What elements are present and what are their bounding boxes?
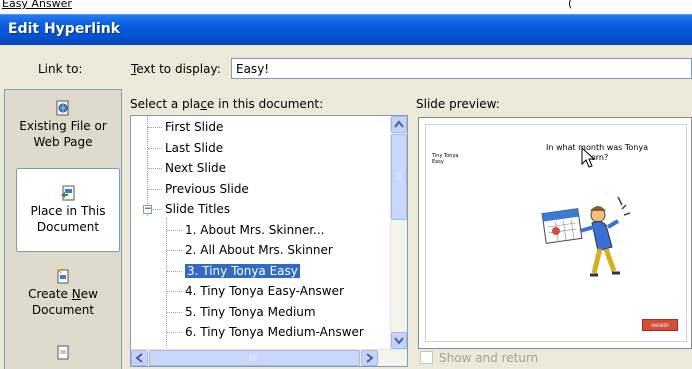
tree-guide [167, 291, 182, 292]
tree-item-label: Last Slide [165, 140, 224, 155]
web-page-icon [56, 100, 69, 116]
tree-guide [167, 311, 182, 313]
tree-guide [166, 218, 167, 348]
chevron-left-icon [135, 353, 143, 363]
link-to-label: Link to: [38, 62, 83, 76]
tree-item[interactable]: 1. About Mrs. Skinner... [185, 221, 325, 239]
text-to-display-input[interactable] [231, 58, 692, 79]
tree-item-label: 6. Tiny Tonya Medium-Answer [185, 325, 364, 339]
background-link-text: Easy Answer [2, 0, 72, 10]
slide-thumbnail: Tiny Tonya Easy In what month was Tonya … [425, 124, 687, 342]
slide-question: In what month was Tonya born? [522, 143, 672, 163]
text-to-display-label-rest: ext to display: [136, 62, 221, 76]
create-new-document-button[interactable]: Create New Document [5, 260, 121, 326]
link-to-panel: Existing File or Web Page Place in This … [4, 89, 122, 369]
slide-small-subtitle-text: Easy [432, 159, 444, 165]
chevron-right-icon [366, 353, 374, 363]
dialog-body: Link to: Text to display: Existing File … [0, 45, 692, 369]
tree-item[interactable]: 4. Tiny Tonya Easy-Answer [185, 282, 344, 300]
tree-guide [167, 250, 182, 251]
tree-item[interactable]: 2. All About Mrs. Skinner [185, 241, 333, 259]
grip-icon [396, 172, 402, 180]
email-address-button[interactable] [5, 338, 121, 369]
tree-item[interactable]: 6. Tiny Tonya Medium-Answer [185, 323, 364, 341]
slide-preview: Tiny Tonya Easy In what month was Tonya … [418, 117, 692, 349]
existing-file-or-web-page-button[interactable]: Existing File or Web Page [5, 96, 121, 162]
slide-small-title: Tiny Tonya Easy [432, 153, 458, 165]
tree-item[interactable]: Previous Slide [165, 180, 249, 198]
place-in-this-document-button[interactable]: Place in This Document [16, 168, 120, 252]
scroll-down-button[interactable] [391, 332, 407, 349]
tree-item[interactable]: 5. Tiny Tonya Medium [185, 303, 316, 321]
scroll-thumb[interactable] [391, 134, 407, 220]
tree-vertical-scrollbar[interactable] [390, 116, 407, 349]
tree-item-label: 2. All About Mrs. Skinner [185, 243, 333, 257]
tree-horizontal-scrollbar[interactable] [131, 349, 407, 366]
title-bar[interactable]: Edit Hyperlink [0, 14, 692, 45]
tree-item-label: 5. Tiny Tonya Medium [185, 304, 316, 319]
new-document-icon [57, 268, 69, 284]
tree-guide [148, 168, 162, 169]
scroll-left-button[interactable] [131, 350, 148, 366]
background-paren: ( [568, 0, 573, 10]
show-and-return-checkbox[interactable]: Show and return [420, 351, 538, 365]
slide-question-line1: In what month was Tonya [546, 143, 648, 152]
nav-label-line1: Place in This [30, 204, 106, 218]
tree-item-label: 4. Tiny Tonya Easy-Answer [185, 284, 344, 298]
tree-item-label: Next Slide [165, 161, 227, 175]
nav-label-line2: Document [31, 303, 95, 317]
place-in-document-icon [61, 185, 75, 201]
select-place-label: Select a place in this document: [130, 97, 324, 111]
scroll-up-button[interactable] [391, 116, 407, 133]
background-strip: Easy Answer ( [0, 0, 692, 14]
tree-item[interactable]: Last Slide [165, 139, 223, 157]
tree-item[interactable]: First Slide [165, 118, 223, 136]
horizontal-scroll-thumb[interactable] [149, 350, 360, 366]
tree-item-label: Slide Titles [165, 202, 231, 216]
collapse-toggle-icon[interactable]: − [143, 205, 152, 214]
tree-guide [167, 332, 182, 333]
tree-item-label: 3. Tiny Tonya Easy [184, 262, 301, 279]
grip-icon [249, 355, 257, 361]
tree-guide [148, 147, 162, 149]
text-to-display-label: Text to display: [131, 62, 221, 76]
slide-answer-button: ANSWER [642, 319, 678, 331]
tree-item-label: First Slide [165, 120, 224, 134]
nav-label-line2: Document [36, 220, 100, 234]
scroll-right-button[interactable] [361, 350, 378, 366]
tree-guide [167, 229, 182, 231]
tree-guide [148, 188, 162, 190]
tree-item[interactable]: 3. Tiny Tonya Easy [184, 262, 301, 280]
checkbox-box[interactable] [420, 351, 433, 364]
mouse-cursor-icon [581, 147, 596, 168]
nav-label-line1: Create New [28, 287, 98, 301]
window-title: Edit Hyperlink [8, 21, 121, 37]
tree-item-label: 1. About Mrs. Skinner... [185, 222, 325, 237]
tree-guide [147, 116, 148, 216]
show-and-return-label: Show and return [439, 351, 539, 365]
chevron-down-icon [394, 337, 404, 345]
nav-label-line2: Web Page [33, 135, 93, 149]
email-address-icon [57, 345, 69, 360]
chevron-up-icon [394, 120, 404, 128]
tree-guide [167, 270, 182, 272]
tree-item-label: Previous Slide [165, 181, 249, 196]
clipart-illustration [541, 196, 631, 277]
tree-item[interactable]: Next Slide [165, 159, 226, 177]
tree-guide [148, 127, 162, 128]
place-tree[interactable]: First Slide Last Slide Next Slide Previous … [130, 115, 408, 367]
slide-preview-label: Slide preview: [416, 97, 500, 111]
nav-label-line1: Existing File or [19, 119, 107, 133]
tree-item[interactable]: Slide Titles [165, 200, 230, 218]
